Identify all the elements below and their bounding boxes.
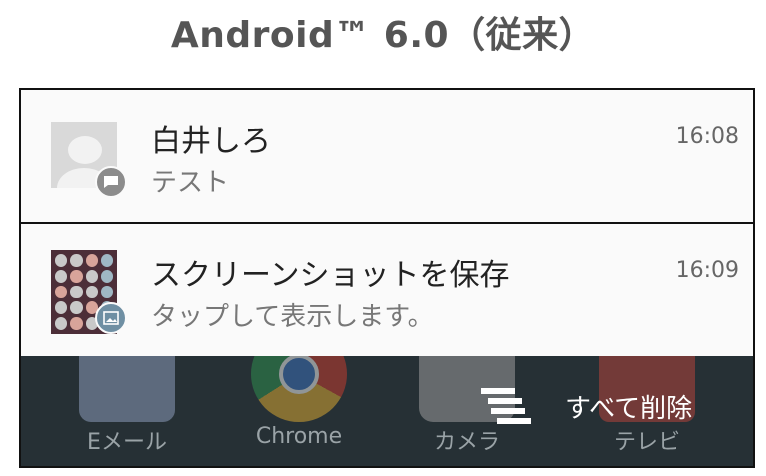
email-app-icon: [79, 356, 175, 422]
app-label-email: Eメール: [87, 430, 167, 455]
app-label-camera: カメラ: [433, 430, 500, 455]
notification-text: テスト: [151, 168, 230, 198]
clear-all-icon: [481, 386, 531, 426]
clear-all-label: すべて削除: [565, 393, 693, 424]
home-screen: Eメール Chrome カメラ テレビ すべて削除: [21, 356, 753, 466]
chrome-app-icon: [251, 356, 347, 422]
notification-time: 16:09: [675, 258, 739, 283]
notification-title: スクリーンショットを保存: [151, 258, 510, 293]
clear-all-button[interactable]: すべて削除: [481, 384, 692, 428]
notification-message[interactable]: 白井しろ テスト 16:08: [21, 90, 753, 224]
notification-time: 16:08: [675, 124, 739, 149]
screenshot-preview: [51, 250, 127, 334]
image-icon: [95, 302, 127, 334]
app-label-tv: テレビ: [613, 430, 680, 455]
page-title: Android™ 6.0（従来）: [170, 15, 596, 56]
notification-title: 白井しろ: [151, 124, 271, 159]
notification-shade: 白井しろ テスト 16:08 スクリーンショットを保存 タップして表示します。 …: [19, 88, 755, 468]
sms-icon: [95, 166, 127, 198]
app-label-chrome: Chrome: [255, 424, 343, 449]
contact-avatar: [51, 122, 127, 198]
notification-text: タップして表示します。: [151, 302, 434, 332]
notification-screenshot[interactable]: スクリーンショットを保存 タップして表示します。 16:09: [21, 224, 753, 356]
